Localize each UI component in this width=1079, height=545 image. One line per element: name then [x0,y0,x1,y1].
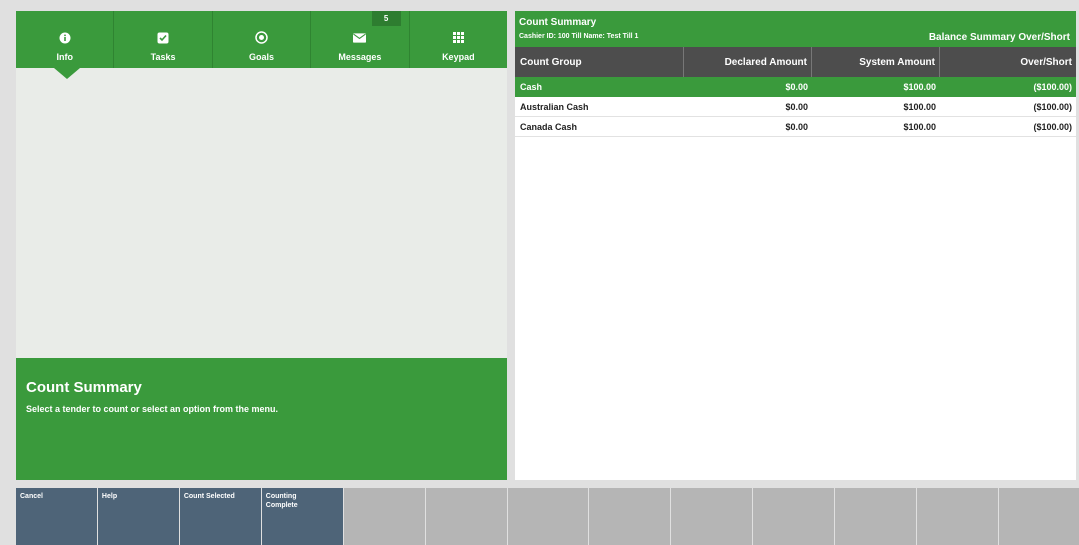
tab-tasks-label: Tasks [150,52,176,62]
target-icon [255,31,268,44]
cell-declared-amount: $0.00 [785,101,808,112]
action-button-bar: Cancel Help Count Selected Counting Comp… [16,488,1079,545]
cell-over-short: ($100.00) [1033,81,1072,92]
info-title: Count Summary [26,379,142,396]
empty-button[interactable] [917,488,999,545]
column-header-declared-amount[interactable]: Declared Amount [684,47,812,77]
tab-keypad[interactable]: Keypad [410,11,507,68]
tab-info-label: Info [56,52,73,62]
cell-system-amount: $100.00 [903,81,936,92]
messages-count-badge: 5 [371,11,401,26]
table-row[interactable]: Canada Cash $0.00 $100.00 ($100.00) [515,117,1076,137]
table-header: Count Group Declared Amount System Amoun… [515,47,1076,77]
count-summary-panel: Count Summary Cashier ID: 100 Till Name:… [515,11,1076,480]
column-header-system-amount[interactable]: System Amount [812,47,940,77]
cashier-info: Cashier ID: 100 Till Name: Test Till 1 [519,33,639,40]
info-text: Select a tender to count or select an op… [26,404,279,414]
checkbox-icon [157,31,170,44]
empty-button[interactable] [425,488,507,545]
cell-system-amount: $100.00 [903,121,936,132]
summary-title: Count Summary [519,17,597,28]
empty-button[interactable] [999,488,1079,545]
column-header-count-group[interactable]: Count Group [515,47,684,77]
empty-button[interactable] [753,488,835,545]
table-row[interactable]: Australian Cash $0.00 $100.00 ($100.00) [515,97,1076,117]
tab-goals-label: Goals [249,52,275,62]
empty-button[interactable] [343,488,425,545]
cell-count-group: Cash [520,81,543,92]
tab-messages-label: Messages [338,52,382,62]
cell-over-short: ($100.00) [1033,101,1072,112]
selected-tab-pointer [54,68,80,79]
counting-complete-button[interactable]: Counting Complete [261,488,343,545]
info-icon [58,31,71,44]
cell-system-amount: $100.00 [903,101,936,112]
tab-messages[interactable]: 5 Messages [311,11,410,68]
empty-button[interactable] [835,488,917,545]
cell-count-group: Australian Cash [520,101,589,112]
summary-header: Count Summary Cashier ID: 100 Till Name:… [515,11,1076,47]
left-panel: Info Tasks Goals 5 Messages Keypad Count… [16,11,507,480]
counting-complete-label-line1: Counting [265,493,297,500]
cancel-button-label: Cancel [20,493,43,500]
counting-complete-label-line2: Complete [265,502,298,509]
info-box: Count Summary Select a tender to count o… [16,358,507,480]
balance-summary-title: Balance Summary Over/Short [928,32,1070,43]
empty-button[interactable] [671,488,753,545]
count-selected-button-label: Count Selected [183,493,235,500]
empty-button[interactable] [589,488,671,545]
tab-tasks[interactable]: Tasks [114,11,213,68]
keypad-icon [452,31,465,44]
help-button[interactable]: Help [97,488,179,545]
envelope-icon [353,31,367,44]
tab-info[interactable]: Info [16,11,115,68]
tab-keypad-label: Keypad [442,52,475,62]
empty-button[interactable] [507,488,589,545]
nav-bar: Info Tasks Goals 5 Messages Keypad [16,11,507,68]
cell-over-short: ($100.00) [1033,121,1072,132]
column-header-over-short[interactable]: Over/Short [940,47,1076,77]
cell-declared-amount: $0.00 [785,121,808,132]
help-button-label: Help [101,493,118,500]
count-group-table: Count Group Declared Amount System Amoun… [515,47,1076,137]
cancel-button[interactable]: Cancel [16,488,97,545]
cell-count-group: Canada Cash [520,121,578,132]
cell-declared-amount: $0.00 [785,81,808,92]
count-selected-button[interactable]: Count Selected [179,488,261,545]
table-row[interactable]: Cash $0.00 $100.00 ($100.00) [515,77,1076,97]
tab-goals[interactable]: Goals [213,11,312,68]
